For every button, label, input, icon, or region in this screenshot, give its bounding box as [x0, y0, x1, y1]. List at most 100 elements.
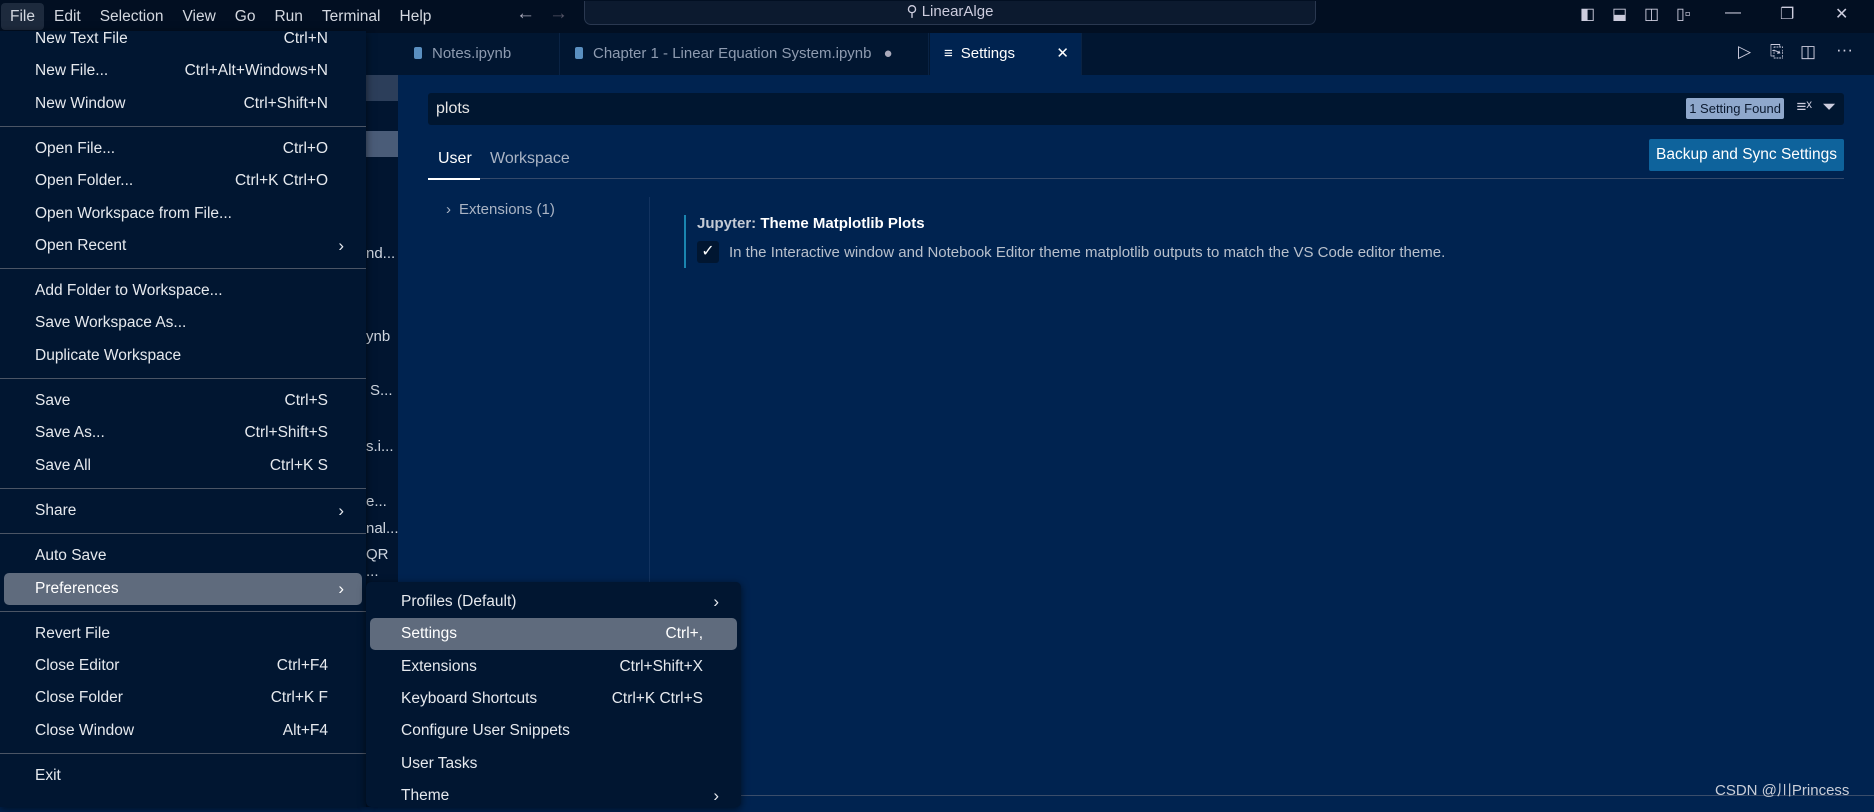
- setting-title: Theme Matplotlib Plots: [760, 215, 925, 232]
- menu-item-label: Keyboard Shortcuts: [401, 689, 538, 707]
- back-arrow-icon[interactable]: ←: [516, 3, 535, 25]
- split-editor-icon[interactable]: ◫: [1800, 42, 1816, 62]
- setting-category: Jupyter:: [697, 215, 761, 232]
- close-window-icon[interactable]: ✕: [1835, 4, 1848, 24]
- file-menu-share[interactable]: Share ›: [4, 495, 362, 527]
- file-menu-save[interactable]: Save Ctrl+S: [4, 385, 362, 417]
- keybinding: Ctrl+,: [665, 625, 703, 643]
- customize-layout-icon[interactable]: ▯▫: [1676, 4, 1690, 24]
- keybinding: Ctrl+Shift+S: [244, 424, 328, 442]
- menu-item-label: Profiles (Default): [401, 593, 517, 610]
- tab-notes[interactable]: Notes.ipynb: [400, 33, 560, 75]
- menu-separator: [0, 378, 366, 379]
- filter-icon[interactable]: ⏷: [1822, 97, 1836, 117]
- sidebar-item[interactable]: QR ...: [366, 546, 398, 580]
- pref-menu-settings[interactable]: Settings Ctrl+,: [370, 618, 737, 651]
- file-menu-revert-file[interactable]: Revert File: [4, 618, 362, 650]
- sidebar-header: [366, 75, 398, 101]
- menu-separator: [0, 533, 366, 535]
- toc-label: Extensions (1): [459, 201, 555, 218]
- file-menu-open-workspace-from-file[interactable]: Open Workspace from File...: [4, 198, 362, 230]
- sidebar-item[interactable]: ynb: [366, 328, 390, 345]
- sidebar-item[interactable]: S...: [370, 382, 393, 399]
- close-tab-icon[interactable]: ✕: [1056, 33, 1069, 75]
- file-menu-exit[interactable]: Exit: [4, 760, 362, 792]
- file-menu-new-window[interactable]: New Window Ctrl+Shift+N: [4, 88, 362, 120]
- menu-item-label: Save As...: [35, 424, 105, 442]
- file-menu-add-folder-to-workspace[interactable]: Add Folder to Workspace...: [4, 275, 362, 307]
- chevron-right-icon: ›: [446, 201, 451, 218]
- keybinding: Ctrl+F4: [276, 657, 328, 675]
- tab-user[interactable]: User: [438, 150, 472, 168]
- file-menu-open-recent[interactable]: Open Recent ›: [4, 230, 362, 262]
- menu-help[interactable]: Help: [391, 3, 441, 30]
- pref-menu-extensions[interactable]: Extensions Ctrl+Shift+X: [370, 651, 737, 683]
- menu-item-label: Close Editor: [35, 657, 120, 675]
- menu-separator: [0, 268, 366, 270]
- restore-icon[interactable]: ❐: [1780, 4, 1794, 24]
- keybinding: Alt+F4: [282, 721, 328, 739]
- notebook-icon: [575, 47, 583, 59]
- tab-settings[interactable]: ≡ Settings ✕: [930, 33, 1082, 75]
- forward-arrow-icon[interactable]: →: [549, 3, 568, 25]
- sidebar-item[interactable]: s.i...: [366, 438, 394, 455]
- file-menu-open-folder[interactable]: Open Folder... Ctrl+K Ctrl+O: [4, 165, 362, 197]
- menu-item-label: Duplicate Workspace: [35, 346, 182, 364]
- file-menu-preferences[interactable]: Preferences ›: [4, 572, 362, 605]
- menu-item-label: Share: [35, 501, 77, 519]
- setting-description: In the Interactive window and Notebook E…: [729, 243, 1446, 261]
- backup-and-sync-button[interactable]: Backup and Sync Settings: [1649, 139, 1844, 171]
- tab-workspace[interactable]: Workspace: [490, 150, 570, 168]
- settings-search-input[interactable]: plots 1 Setting Found ≡ˣ ⏷: [428, 93, 1844, 125]
- file-menu-close-window[interactable]: Close Window Alt+F4: [4, 715, 362, 747]
- file-menu-new-text-file[interactable]: New Text File Ctrl+N: [4, 23, 362, 55]
- command-center-label: LinearAlge: [921, 3, 994, 20]
- sidebar-item[interactable]: e...: [366, 493, 387, 510]
- open-settings-json-icon[interactable]: ⎘: [1770, 42, 1784, 62]
- run-icon[interactable]: ▷: [1738, 42, 1751, 62]
- menu-separator: [0, 753, 366, 754]
- pref-menu-profiles-default[interactable]: Profiles (Default) ›: [370, 586, 737, 618]
- menu-separator: [0, 125, 366, 127]
- toc-extensions[interactable]: › Extensions (1): [446, 201, 555, 218]
- active-tab-underline: [428, 178, 480, 180]
- file-menu-duplicate-workspace[interactable]: Duplicate Workspace: [4, 340, 362, 372]
- file-menu-auto-save[interactable]: Auto Save: [4, 540, 362, 572]
- file-menu-close-editor[interactable]: Close Editor Ctrl+F4: [4, 650, 362, 682]
- setting-checkbox[interactable]: ✓: [697, 241, 719, 263]
- toggle-panel-icon[interactable]: ⬓: [1612, 4, 1627, 24]
- file-menu-new-file[interactable]: New File... Ctrl+Alt+Windows+N: [4, 55, 362, 87]
- menu-separator: [0, 610, 366, 612]
- command-center[interactable]: ⚲ LinearAlge: [584, 1, 1316, 25]
- file-menu-save-all[interactable]: Save All Ctrl+K S: [4, 450, 362, 482]
- setting-item: Jupyter: Theme Matplotlib Plots ✓ In the…: [684, 215, 1445, 268]
- clear-filter-icon[interactable]: ≡ˣ: [1797, 97, 1813, 117]
- menu-separator: [0, 487, 366, 489]
- tab-chapter-1[interactable]: Chapter 1 - Linear Equation System.ipynb…: [561, 33, 929, 75]
- pref-menu-user-tasks[interactable]: User Tasks: [370, 748, 737, 780]
- notebook-icon: [414, 47, 422, 59]
- menu-item-label: Theme: [401, 786, 450, 804]
- menu-item-label: Configure User Snippets: [401, 722, 570, 740]
- menu-item-label: Revert File: [35, 624, 110, 642]
- file-menu-save-as[interactable]: Save As... Ctrl+Shift+S: [4, 417, 362, 449]
- sidebar-item[interactable]: nal...: [366, 520, 399, 537]
- toggle-sidebar-icon[interactable]: ◧: [1580, 4, 1595, 24]
- file-menu-save-workspace-as[interactable]: Save Workspace As...: [4, 307, 362, 339]
- toggle-secondary-sidebar-icon[interactable]: ◫: [1644, 4, 1659, 24]
- scope-divider: [428, 178, 1844, 179]
- pref-menu-configure-user-snippets[interactable]: Configure User Snippets: [370, 715, 737, 747]
- search-icon: ⚲: [906, 3, 918, 20]
- minimize-icon[interactable]: —: [1725, 4, 1741, 22]
- menu-item-label: User Tasks: [401, 754, 478, 772]
- menu-item-label: Open Recent: [35, 236, 127, 254]
- menu-item-label: New Window: [35, 94, 126, 112]
- keybinding: Ctrl+S: [284, 392, 329, 409]
- file-menu-close-folder[interactable]: Close Folder Ctrl+K F: [4, 682, 362, 714]
- more-actions-icon[interactable]: ···: [1836, 40, 1853, 60]
- sidebar-item[interactable]: nd...: [366, 245, 395, 262]
- file-menu-open-file[interactable]: Open File... Ctrl+O: [4, 133, 362, 165]
- pref-menu-keyboard-shortcuts[interactable]: Keyboard Shortcuts Ctrl+K Ctrl+S: [370, 683, 737, 715]
- menu-item-label: New Text File: [35, 30, 128, 47]
- menu-item-label: Preferences: [35, 579, 119, 597]
